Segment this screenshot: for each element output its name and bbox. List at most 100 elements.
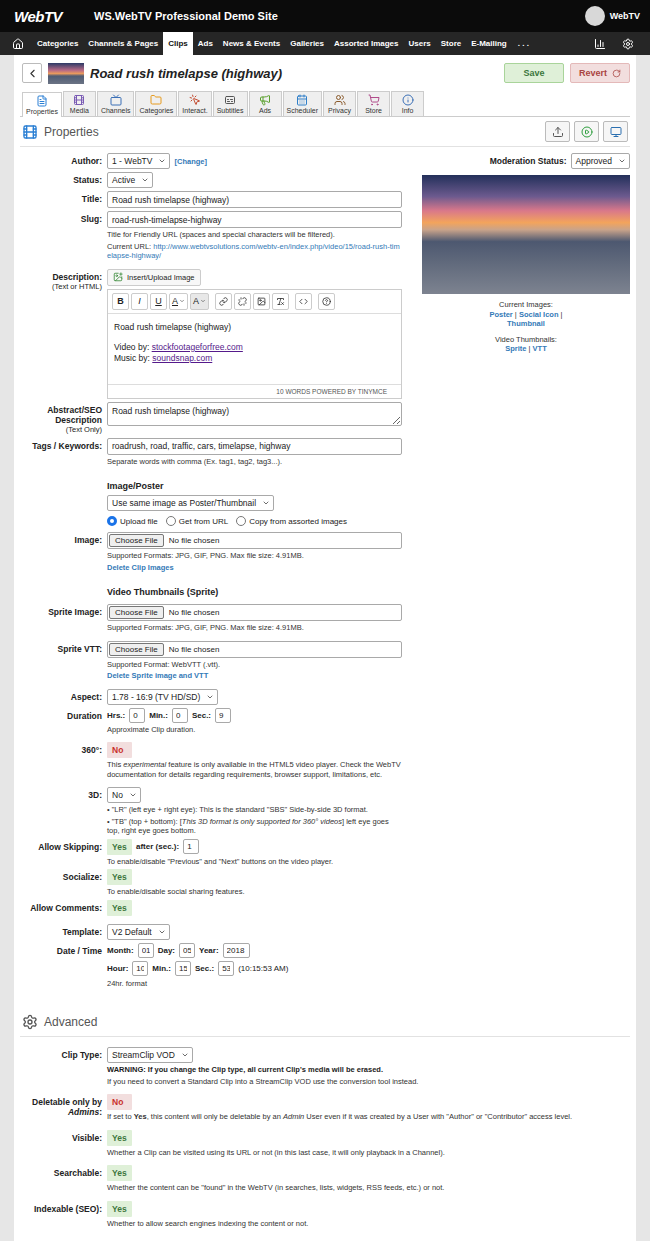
editor-button[interactable]: A (169, 293, 188, 310)
file-input[interactable]: Choose FileNo file chosen (107, 604, 402, 621)
select[interactable]: V2 Default (107, 924, 170, 940)
rich-text-editor[interactable]: BIUAARoad rush timelapse (highway)Video … (107, 289, 402, 399)
tab[interactable]: Scheduler (283, 91, 323, 116)
file-input[interactable]: Choose FileNo file chosen (107, 532, 402, 549)
choose-file-button[interactable]: Choose File (109, 534, 164, 547)
number-input[interactable] (175, 961, 191, 976)
editor-button[interactable] (253, 293, 270, 310)
editor-button[interactable] (215, 293, 232, 310)
tool-button[interactable] (574, 121, 599, 142)
choose-file-button[interactable]: Choose File (109, 606, 164, 619)
toggle-button[interactable]: No (107, 742, 132, 758)
select[interactable]: No (107, 787, 141, 803)
nav-item[interactable]: E-Mailing (466, 32, 512, 55)
toggle-button[interactable]: No (107, 1094, 132, 1110)
back-button[interactable] (22, 63, 42, 83)
choose-file-button[interactable]: Choose File (109, 643, 164, 656)
number-input[interactable] (183, 839, 199, 854)
number-input[interactable] (218, 961, 234, 976)
tool-button[interactable] (545, 121, 570, 142)
nav-icon-button[interactable] (586, 32, 614, 55)
tab[interactable]: Categories (135, 91, 177, 116)
toggle-button[interactable]: Yes (107, 900, 132, 916)
image-link[interactable]: Social Icon (519, 310, 559, 319)
number-input[interactable] (179, 943, 195, 958)
file-input[interactable]: Choose FileNo file chosen (107, 641, 402, 658)
nav-item[interactable]: Galleries (285, 32, 329, 55)
insert-image-button[interactable]: Insert/Upload Image (107, 269, 201, 286)
editor-button[interactable] (272, 293, 289, 310)
image-link[interactable]: VTT (533, 344, 547, 353)
tab[interactable]: Media (63, 91, 96, 116)
tool-button[interactable] (603, 121, 628, 142)
tab[interactable]: Privacy (323, 91, 356, 116)
tab[interactable]: Subtitles (213, 91, 248, 116)
text-input[interactable] (107, 191, 402, 208)
number-input[interactable] (172, 708, 188, 723)
nav-icon-button[interactable] (4, 32, 32, 55)
gear-icon (22, 1014, 38, 1030)
number-input[interactable] (129, 708, 145, 723)
nav-item[interactable]: Assorted Images (329, 32, 403, 55)
image-link[interactable]: Sprite (505, 344, 526, 353)
select[interactable]: Use same image as Poster/Thumbnail (107, 495, 274, 511)
url-link[interactable]: http://www.webtvsolutions.com/webtv-en/i… (107, 242, 400, 261)
nav-item[interactable]: Store (436, 32, 466, 55)
tab[interactable]: Channels (97, 91, 135, 116)
toggle-button[interactable]: Yes (107, 1130, 132, 1146)
toggle-button[interactable]: Yes (107, 869, 132, 885)
editor-button[interactable] (295, 293, 312, 310)
revert-button[interactable]: Revert (570, 63, 630, 83)
text-input[interactable] (107, 211, 402, 228)
radio-option[interactable]: Copy from assorted images (236, 516, 347, 526)
radio-option[interactable]: Get from URL (166, 516, 228, 526)
number-input[interactable] (215, 708, 231, 723)
select[interactable]: Approved (571, 153, 630, 169)
link[interactable]: Delete Sprite image and VTT (107, 671, 208, 680)
editor-button[interactable]: I (131, 293, 148, 310)
image-link[interactable]: Poster (489, 310, 512, 319)
nav-item[interactable]: Ads (193, 32, 218, 55)
save-button[interactable]: Save (504, 63, 564, 83)
nav-item[interactable]: Clips (163, 32, 193, 55)
editor-button[interactable]: A (190, 293, 209, 310)
toggle-button[interactable]: Yes (107, 1201, 132, 1217)
number-input[interactable] (138, 943, 154, 958)
select-value: Active (112, 175, 135, 185)
tab[interactable]: Ads (249, 91, 282, 116)
image-caption: Current Images:Poster | Social Icon | Th… (422, 300, 630, 329)
image-link[interactable]: Thumbnail (507, 319, 545, 328)
nav-item[interactable]: News & Events (218, 32, 285, 55)
radio-dot[interactable] (166, 516, 176, 526)
radio-option[interactable]: Upload file (107, 516, 158, 526)
editor-button[interactable] (234, 293, 251, 310)
number-input[interactable] (132, 961, 148, 976)
nav-item[interactable]: Categories (32, 32, 83, 55)
tab[interactable]: Properties (22, 92, 62, 117)
nav-more[interactable]: . . . (512, 32, 535, 55)
tab[interactable]: Interact. (178, 91, 211, 116)
link[interactable]: Delete Clip Images (107, 563, 174, 572)
text-input[interactable] (107, 438, 402, 455)
tab[interactable]: Info (391, 91, 424, 116)
tab[interactable]: Store (357, 91, 390, 116)
link[interactable]: [Change] (174, 157, 207, 166)
text-area[interactable]: Road rush timelapse (highway) (107, 402, 402, 426)
number-input[interactable] (223, 943, 250, 958)
nav-item[interactable]: Users (404, 32, 436, 55)
radio-dot[interactable] (236, 516, 246, 526)
radio-dot[interactable] (107, 516, 117, 526)
editor-button[interactable] (318, 293, 335, 310)
select[interactable]: 1.78 - 16:9 (TV HD/SD) (107, 689, 218, 705)
select[interactable]: StreamClip VOD (107, 1047, 193, 1063)
select[interactable]: 1 - WebTV (107, 153, 170, 169)
select[interactable]: Active (107, 172, 153, 188)
nav-item[interactable]: Channels & Pages (83, 32, 163, 55)
nav-icon-button[interactable] (614, 32, 642, 55)
editor-button[interactable]: U (150, 293, 167, 310)
editor-content[interactable]: Road rush timelapse (highway)Video by: s… (108, 314, 401, 384)
toggle-button[interactable]: Yes (107, 1165, 132, 1181)
editor-button[interactable]: B (112, 293, 129, 310)
toggle-button[interactable]: Yes (107, 839, 132, 855)
user-menu[interactable]: WebTV (585, 6, 640, 26)
